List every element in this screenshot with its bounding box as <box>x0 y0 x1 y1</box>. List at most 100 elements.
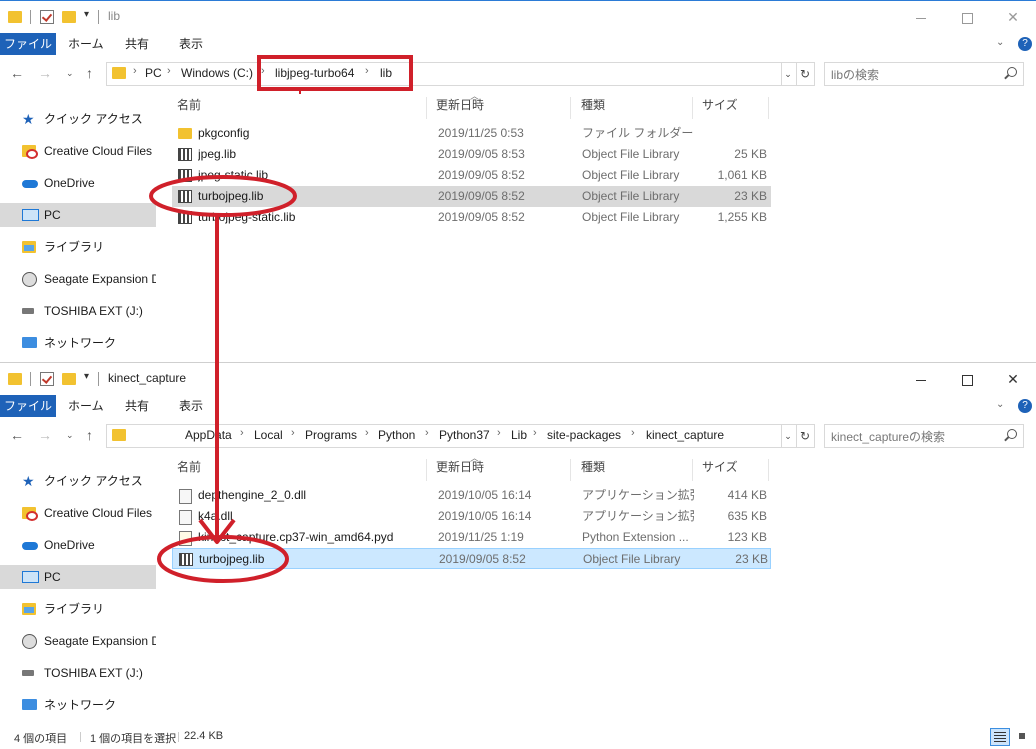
file-row[interactable]: depthengine_2_0.dll 2019/10/05 16:14 アプリ… <box>172 485 771 506</box>
minimize-button[interactable] <box>898 1 944 33</box>
breadcrumb-item[interactable]: Programs <box>305 428 357 442</box>
title-separator <box>98 372 99 386</box>
breadcrumb-item[interactable]: Windows (C:) <box>181 66 253 80</box>
customize-quick-access-icon[interactable]: ▾ <box>84 371 89 387</box>
selection-size: 22.4 KB <box>184 730 224 742</box>
column-label: 更新日時 <box>436 460 485 474</box>
recent-locations-icon[interactable]: ⌄ <box>66 430 74 441</box>
new-folder-icon[interactable] <box>62 373 76 385</box>
forward-arrow-icon[interactable]: → <box>38 65 52 81</box>
file-row[interactable]: jpeg.lib 2019/09/05 8:53 Object File Lib… <box>172 144 771 165</box>
forward-arrow-icon[interactable]: → <box>38 427 52 443</box>
sidebar-item-library[interactable]: ライブラリ <box>0 597 156 621</box>
file-row[interactable]: k4a.dll 2019/10/05 16:14 アプリケーション拡張 635 … <box>172 506 771 527</box>
breadcrumb-item[interactable]: site-packages <box>547 428 621 442</box>
close-button[interactable]: ✕ <box>990 1 1036 33</box>
library-file-icon <box>178 190 192 203</box>
breadcrumb-item[interactable]: Lib <box>511 428 527 442</box>
recent-locations-icon[interactable]: ⌄ <box>66 68 74 79</box>
refresh-icon[interactable]: ↻ <box>796 424 815 448</box>
file-date: 2019/09/05 8:53 <box>438 147 525 161</box>
details-view-icon[interactable] <box>990 728 1010 746</box>
sidebar-item-quick-access[interactable]: ★ クイック アクセス <box>0 107 156 131</box>
breadcrumb-item[interactable]: kinect_capture <box>646 428 724 442</box>
tab-home[interactable]: ホーム <box>68 33 104 55</box>
column-divider[interactable] <box>426 97 427 119</box>
address-bar[interactable]: AppData › Local › Programs › Python › Py… <box>106 424 782 448</box>
help-icon[interactable]: ? <box>1018 37 1032 51</box>
file-row-selected[interactable]: turbojpeg.lib 2019/09/05 8:52 Object Fil… <box>172 186 771 207</box>
sidebar-item-network[interactable]: ネットワーク <box>0 693 156 717</box>
search-box[interactable]: kinect_captureの検索 <box>824 424 1024 448</box>
file-date: 2019/09/05 8:52 <box>439 552 526 566</box>
column-divider[interactable] <box>570 97 571 119</box>
sidebar-item-toshiba[interactable]: TOSHIBA EXT (J:) <box>0 661 156 685</box>
column-divider[interactable] <box>768 97 769 119</box>
file-row[interactable]: kinect_capture.cp37-win_amd64.pyd 2019/1… <box>172 527 771 548</box>
sidebar-item-creative-cloud[interactable]: Creative Cloud Files <box>0 139 156 163</box>
breadcrumb-item[interactable]: PC <box>145 66 162 80</box>
sidebar-item-network[interactable]: ネットワーク <box>0 331 156 355</box>
tab-file[interactable]: ファイル <box>0 33 56 55</box>
explorer-window-lib: ▾ lib ✕ ファイル ホーム 共有 表示 ⌄ ? ← → ⌄ ↑ › PC … <box>0 0 1036 363</box>
minimize-button[interactable] <box>898 363 944 395</box>
maximize-button[interactable] <box>944 1 990 33</box>
search-box[interactable]: libの検索 <box>824 62 1024 86</box>
tab-home[interactable]: ホーム <box>68 395 104 417</box>
properties-icon[interactable] <box>40 10 54 24</box>
breadcrumb-item[interactable]: Python <box>378 428 415 442</box>
address-bar[interactable]: › PC › Windows (C:) › libjpeg-turbo64 › … <box>106 62 782 86</box>
dll-file-icon <box>179 489 192 504</box>
file-row[interactable]: pkgconfig 2019/11/25 0:53 ファイル フォルダー <box>172 123 771 144</box>
help-icon[interactable]: ? <box>1018 399 1032 413</box>
customize-quick-access-icon[interactable]: ▾ <box>84 9 89 25</box>
file-row[interactable]: turbojpeg-static.lib 2019/09/05 8:52 Obj… <box>172 207 771 228</box>
sidebar-item-quick-access[interactable]: ★ クイック アクセス <box>0 469 156 493</box>
sidebar-item-seagate[interactable]: Seagate Expansion Dr <box>0 267 156 291</box>
address-dropdown-icon[interactable]: ⌄ <box>780 424 797 448</box>
sidebar-item-creative-cloud[interactable]: Creative Cloud Files <box>0 501 156 525</box>
expand-ribbon-icon[interactable]: ⌄ <box>996 37 1004 48</box>
column-divider[interactable] <box>768 459 769 481</box>
tab-share[interactable]: 共有 <box>125 395 149 417</box>
sidebar-item-library[interactable]: ライブラリ <box>0 235 156 259</box>
breadcrumb-item[interactable]: libjpeg-turbo64 <box>275 66 354 80</box>
tab-view[interactable]: 表示 <box>179 395 203 417</box>
properties-icon[interactable] <box>40 372 54 386</box>
up-arrow-icon[interactable]: ↑ <box>86 65 93 81</box>
file-row[interactable]: jpeg-static.lib 2019/09/05 8:52 Object F… <box>172 165 771 186</box>
breadcrumb-item[interactable]: Python37 <box>439 428 490 442</box>
network-icon <box>22 337 37 348</box>
sidebar-item-onedrive[interactable]: OneDrive <box>0 533 156 557</box>
file-row-selected[interactable]: turbojpeg.lib 2019/09/05 8:52 Object Fil… <box>172 548 771 569</box>
breadcrumb-item[interactable]: AppData <box>185 428 232 442</box>
back-arrow-icon[interactable]: ← <box>10 427 24 443</box>
sidebar-item-seagate[interactable]: Seagate Expansion Dr <box>0 629 156 653</box>
file-type: Object File Library <box>582 168 680 182</box>
column-divider[interactable] <box>692 459 693 481</box>
breadcrumb-item[interactable]: lib <box>380 66 392 80</box>
sidebar-item-onedrive[interactable]: OneDrive <box>0 171 156 195</box>
ribbon-tabs: ファイル ホーム 共有 表示 ⌄ ? <box>0 33 1036 55</box>
column-divider[interactable] <box>426 459 427 481</box>
maximize-button[interactable] <box>944 363 990 395</box>
column-divider[interactable] <box>692 97 693 119</box>
breadcrumb-item[interactable]: Local <box>254 428 283 442</box>
sidebar-item-toshiba[interactable]: TOSHIBA EXT (J:) <box>0 299 156 323</box>
tab-share[interactable]: 共有 <box>125 33 149 55</box>
tab-file[interactable]: ファイル <box>0 395 56 417</box>
tab-view[interactable]: 表示 <box>179 33 203 55</box>
expand-ribbon-icon[interactable]: ⌄ <box>996 399 1004 410</box>
sidebar-item-pc[interactable]: PC <box>0 203 156 227</box>
search-placeholder: kinect_captureの検索 <box>831 430 946 444</box>
new-folder-icon[interactable] <box>62 11 76 23</box>
up-arrow-icon[interactable]: ↑ <box>86 427 93 443</box>
back-arrow-icon[interactable]: ← <box>10 65 24 81</box>
column-divider[interactable] <box>570 459 571 481</box>
sidebar-item-pc[interactable]: PC <box>0 565 156 589</box>
address-dropdown-icon[interactable]: ⌄ <box>780 62 797 86</box>
large-icons-view-icon[interactable] <box>1014 728 1030 744</box>
refresh-icon[interactable]: ↻ <box>796 62 815 86</box>
close-button[interactable]: ✕ <box>990 363 1036 395</box>
library-icon <box>22 603 36 615</box>
